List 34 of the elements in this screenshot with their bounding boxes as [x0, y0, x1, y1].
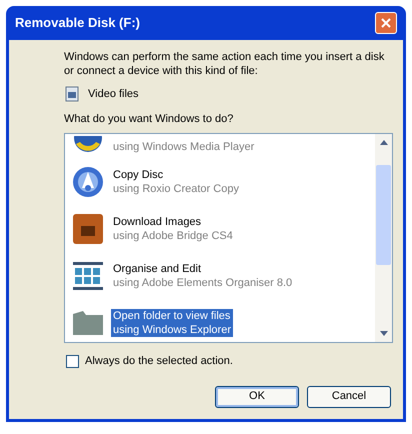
action-subtitle: using Adobe Bridge CS4: [113, 229, 233, 244]
folder-icon: [72, 309, 104, 338]
action-subtitle: using Windows Explorer: [113, 323, 231, 338]
action-item[interactable]: using Windows Media Player: [71, 134, 375, 154]
bridge-icon: [72, 213, 104, 246]
grid-icon: [72, 261, 104, 292]
action-item[interactable]: Organise and Edit using Adobe Elements Organiser 8.0: [71, 258, 375, 295]
checkbox-label: Always do the selected action.: [85, 354, 233, 369]
scrollbar[interactable]: [375, 134, 392, 342]
question-label: What do you want Windows to do?: [64, 112, 234, 126]
ok-button[interactable]: OK: [215, 386, 299, 408]
action-subtitle: using Roxio Creator Copy: [113, 182, 239, 196]
action-item[interactable]: Copy Disc using Roxio Creator Copy: [71, 164, 375, 201]
action-title: Open folder to view files: [113, 309, 231, 324]
action-subtitle: using Windows Media Player: [113, 140, 254, 154]
disc-icon: [72, 166, 104, 198]
video-file-icon: [64, 86, 80, 102]
scroll-down-icon[interactable]: [380, 331, 388, 336]
action-item[interactable]: Download Images using Adobe Bridge CS4: [71, 210, 375, 248]
close-icon: [381, 18, 391, 28]
media-player-icon: [72, 136, 104, 154]
content-type-label: Video files: [88, 87, 139, 102]
scroll-up-icon[interactable]: [380, 140, 388, 145]
action-subtitle: using Adobe Elements Organiser 8.0: [113, 276, 292, 290]
action-item[interactable]: Open folder to view files using Windows Explorer: [71, 304, 375, 342]
action-title: Download Images: [113, 215, 202, 230]
action-title: Copy Disc: [113, 168, 164, 182]
cancel-button[interactable]: Cancel: [307, 386, 391, 408]
scroll-thumb[interactable]: [376, 165, 391, 265]
action-title: Organise and Edit: [113, 262, 202, 276]
close-button[interactable]: [375, 12, 397, 34]
intro-text: Windows can perform the same action each time you insert a disk or connect a device with this kind of file:: [64, 50, 386, 78]
window-title: Removable Disk (F:): [15, 14, 140, 32]
checkbox[interactable]: [66, 354, 79, 368]
